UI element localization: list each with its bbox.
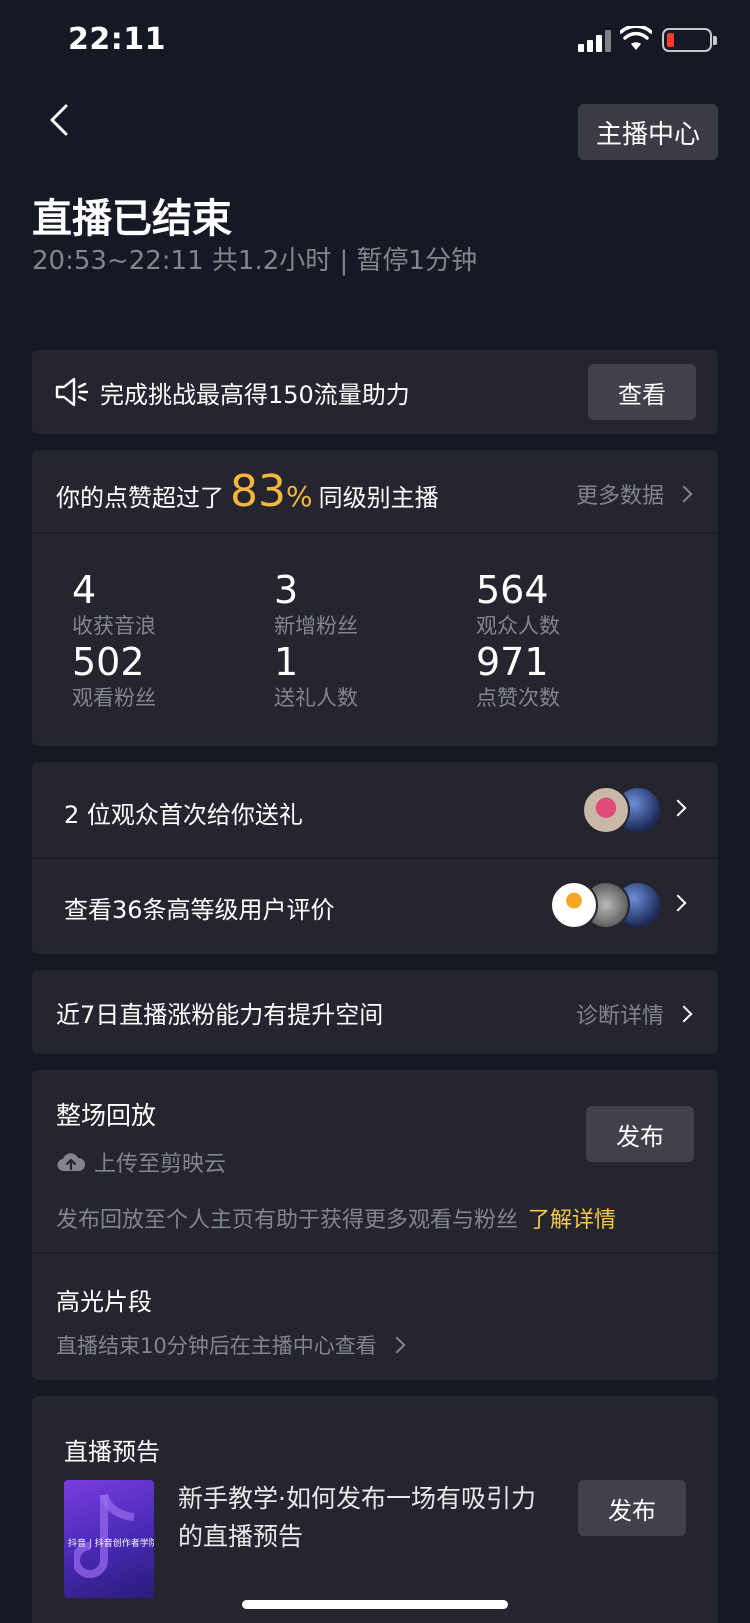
- chevron-right-icon: [675, 1005, 693, 1023]
- speaker-icon: [55, 377, 89, 407]
- chevron-right-icon: [669, 894, 687, 912]
- highlight-title: 高光片段: [56, 1288, 152, 1316]
- likes-percent: 83%: [230, 466, 313, 517]
- chevron-right-icon: [675, 485, 693, 503]
- thumbnail-caption: 抖音 | 抖音创作者学院: [68, 1539, 154, 1549]
- first-gift-row[interactable]: 2 位观众首次给你送礼: [32, 762, 718, 857]
- learn-more-link[interactable]: 了解详情: [528, 1208, 616, 1233]
- live-preview-card: 直播预告 抖音 | 抖音创作者学院 新手教学·如何发布一场有吸引力的直播预告 发…: [32, 1396, 718, 1623]
- avatar: [582, 786, 630, 834]
- stat-viewers: 564 观众人数: [476, 568, 560, 638]
- more-data-link[interactable]: 更多数据: [576, 478, 693, 510]
- growth-text: 近7日直播涨粉能力有提升空间: [56, 1001, 384, 1029]
- preview-thumbnail[interactable]: 抖音 | 抖音创作者学院: [64, 1480, 154, 1598]
- battery-icon: [662, 28, 717, 52]
- likes-prefix: 你的点赞超过了: [56, 484, 224, 512]
- chevron-right-icon: [669, 799, 687, 817]
- stat-earned-soundwaves: 4 收获音浪: [72, 568, 156, 638]
- page-title: 直播已结束: [32, 196, 232, 242]
- avatar: [550, 881, 598, 929]
- high-level-reviews-row[interactable]: 查看36条高等级用户评价: [32, 859, 718, 954]
- challenge-card: 完成挑战最高得150流量助力 查看: [32, 350, 718, 434]
- replay-title: 整场回放: [56, 1101, 157, 1130]
- upload-cloud-row[interactable]: 上传至剪映云: [56, 1146, 226, 1178]
- stat-likes: 971 点赞次数: [476, 640, 560, 710]
- growth-card[interactable]: 近7日直播涨粉能力有提升空间 诊断详情: [32, 970, 718, 1054]
- publish-replay-button[interactable]: 发布: [586, 1106, 694, 1162]
- replay-card: 整场回放 上传至剪映云 发布 发布回放至个人主页有助于获得更多观看与粉丝 了解详情…: [32, 1070, 718, 1380]
- diagnose-link[interactable]: 诊断详情: [576, 998, 693, 1030]
- replay-desc: 发布回放至个人主页有助于获得更多观看与粉丝 了解详情: [56, 1208, 617, 1233]
- preview-title: 直播预告: [64, 1438, 160, 1466]
- likes-suffix: 同级别主播: [318, 484, 439, 512]
- reviews-text: 查看36条高等级用户评价: [64, 896, 335, 924]
- home-indicator[interactable]: [242, 1600, 508, 1609]
- highlight-desc-link[interactable]: 直播结束10分钟后在主播中心查看: [56, 1330, 406, 1360]
- stats-card: 你的点赞超过了 83% 同级别主播 更多数据 4 收获音浪 3 新增粉丝 564 观众…: [32, 450, 718, 746]
- likes-ranking: 你的点赞超过了 83% 同级别主播: [56, 466, 439, 522]
- anchor-center-button[interactable]: 主播中心: [578, 104, 718, 160]
- stat-gift-senders: 1 送礼人数: [274, 640, 358, 710]
- gift-reviews-card: 2 位观众首次给你送礼 查看36条高等级用户评价: [32, 762, 718, 954]
- wifi-icon: [620, 26, 652, 50]
- preview-text: 新手教学·如何发布一场有吸引力的直播预告: [178, 1484, 536, 1551]
- back-chevron-icon[interactable]: [44, 100, 74, 140]
- publish-preview-button[interactable]: 发布: [578, 1480, 686, 1536]
- stat-new-followers: 3 新增粉丝: [274, 568, 358, 638]
- cloud-upload-icon: [57, 1153, 86, 1172]
- stat-follower-viewers: 502 观看粉丝: [72, 640, 156, 710]
- signal-icon: [578, 30, 612, 52]
- status-time: 22:11: [68, 22, 166, 57]
- challenge-text: 完成挑战最高得150流量助力: [100, 381, 410, 409]
- view-challenge-button[interactable]: 查看: [588, 364, 696, 420]
- live-duration: 20:53~22:11 共1.2小时 | 暂停1分钟: [32, 246, 478, 276]
- chevron-right-icon: [388, 1336, 406, 1354]
- first-gift-text: 2 位观众首次给你送礼: [64, 801, 303, 829]
